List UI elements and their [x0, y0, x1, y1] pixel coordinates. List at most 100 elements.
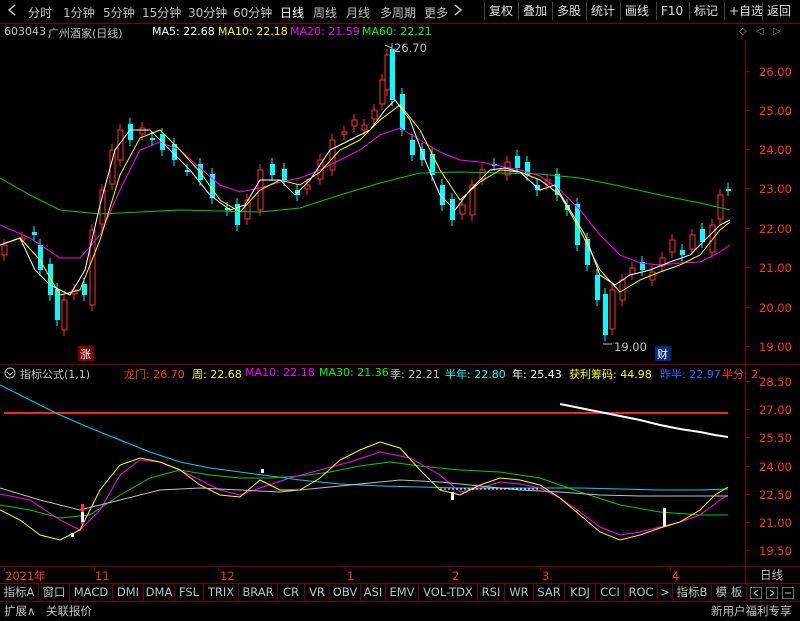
candle-body — [185, 170, 190, 172]
candle-body — [379, 79, 386, 105]
signal-bar — [451, 492, 454, 500]
ind-tick-1: 27.00 — [759, 403, 792, 417]
candle-body — [38, 245, 43, 270]
tab-emv[interactable]: EMV — [386, 584, 419, 601]
tab-indicator-b[interactable]: 指标B — [673, 584, 712, 601]
high-label: 26.70 — [394, 41, 427, 55]
ind-season: 季: 22.21 — [390, 368, 440, 381]
low-label: 19.00 — [614, 340, 647, 354]
tab-obv[interactable]: OBV — [330, 584, 361, 601]
tab-dma[interactable]: DMA — [144, 584, 175, 601]
ind-halfyear: 半年: 22.80 — [445, 368, 506, 381]
tab-more-arrow[interactable]: > — [658, 584, 673, 601]
ind-tick-3: 24.00 — [759, 460, 792, 474]
ma10-ind-line — [0, 451, 729, 536]
ind-longmen: 龙门: 26.70 — [124, 368, 185, 381]
price-tick-26: 26.00 — [759, 65, 792, 79]
scroll-right-icon[interactable] — [766, 587, 778, 602]
tab-trix[interactable]: TRIX — [204, 584, 239, 601]
ind-year: 年: 25.43 — [512, 368, 562, 381]
tab-indicator-a[interactable]: 指标A — [0, 584, 39, 601]
tab-kdj[interactable]: KDJ — [565, 584, 596, 601]
candle-body — [371, 109, 378, 120]
candle-body — [609, 289, 616, 330]
tab-brar[interactable]: BRAR — [239, 584, 278, 601]
candle-body — [459, 204, 466, 215]
candle-body — [61, 299, 68, 331]
signal-bar — [663, 508, 666, 526]
candle-body — [390, 49, 395, 100]
candle-body — [361, 124, 368, 131]
related-quotes-button[interactable]: 关联报价 — [46, 603, 92, 619]
signal-bar — [81, 512, 84, 522]
tab-sar[interactable]: SAR — [534, 584, 565, 601]
ind-tick-6: 19.50 — [759, 544, 792, 558]
price-tick-24: 24.00 — [759, 143, 792, 157]
candle-body — [709, 224, 716, 253]
date-label-2: 2 — [452, 569, 459, 583]
ma20-line — [0, 127, 731, 266]
tab-wr[interactable]: WR — [505, 584, 534, 601]
candle-body — [139, 127, 146, 135]
expand-button[interactable]: 扩展∧ — [4, 603, 35, 619]
indicator-header: 指标公式(1,1) 龙门: 26.70 周: 22.68 MA10: 22.18… — [0, 366, 760, 382]
rise-badge: 涨 — [80, 348, 91, 361]
date-label-12: 12 — [220, 569, 235, 583]
zoom-out-icon[interactable] — [782, 587, 794, 602]
indicator-menu-icon[interactable] — [4, 367, 16, 382]
candle-body — [440, 185, 445, 205]
price-tick-19: 19.00 — [759, 340, 792, 354]
tab-rsi[interactable]: RSI — [478, 584, 505, 601]
tab-roc[interactable]: ROC — [625, 584, 658, 601]
ind-tick-5: 21.00 — [759, 516, 792, 530]
week-ind-line — [0, 441, 729, 541]
ind-tick-2: 25.50 — [759, 431, 792, 445]
tab-vol-tdx[interactable]: VOL-TDX — [419, 584, 478, 601]
tab-window[interactable]: 窗口 — [39, 584, 70, 601]
candle-body — [32, 232, 37, 235]
tab-dmi[interactable]: DMI — [113, 584, 144, 601]
halfyear-line — [0, 384, 729, 491]
candle-body — [1, 244, 8, 256]
high-pointer — [384, 44, 393, 49]
date-label-1: 1 — [347, 569, 354, 583]
candle-body — [282, 169, 287, 180]
candle-body — [341, 131, 348, 135]
candle-body — [629, 267, 636, 275]
price-tick-25: 25.00 — [759, 104, 792, 118]
candlestick-series — [1, 43, 731, 341]
indicator-title[interactable]: 指标公式(1,1) — [20, 366, 90, 382]
tab-vr[interactable]: VR — [305, 584, 330, 601]
candle-body — [150, 138, 155, 140]
tab-cr[interactable]: CR — [278, 584, 305, 601]
candle-body — [270, 164, 275, 175]
ind-week: 周: 22.68 — [192, 368, 242, 381]
tab-fsl[interactable]: FSL — [175, 584, 204, 601]
year-line — [559, 403, 729, 438]
candle-body — [595, 275, 600, 300]
price-tick-21: 21.00 — [759, 261, 792, 275]
ind-ma10: MA10: 22.18 — [245, 366, 315, 379]
scroll-left-icon[interactable] — [750, 587, 762, 602]
candle-body — [410, 140, 415, 155]
candle-body — [82, 284, 87, 295]
price-tick-23: 23.00 — [759, 182, 792, 196]
ma30-ind-line — [0, 461, 728, 519]
kline-chart[interactable]: 26.00 25.00 24.00 23.00 22.00 21.00 20.0… — [0, 0, 800, 620]
tab-cci[interactable]: CCI — [596, 584, 625, 601]
ind-halfmin: 半分: 22.9 — [722, 368, 760, 381]
ma10-line — [0, 104, 731, 296]
candle-body — [329, 139, 336, 171]
tab-asi[interactable]: ASI — [361, 584, 386, 601]
candle-body — [680, 250, 685, 255]
date-label-year: 2021年 — [5, 569, 46, 583]
ind-ma30: MA30: 21.36 — [319, 366, 389, 379]
candle-body — [384, 54, 391, 91]
period-indicator[interactable]: 日线 — [760, 568, 783, 582]
ind-prevhalf: 昨半: 22.97 — [660, 368, 721, 381]
promo-link[interactable]: 新用户福利专享 — [711, 603, 792, 619]
tab-template[interactable]: 模 板 — [712, 584, 747, 601]
tab-macd[interactable]: MACD — [70, 584, 113, 601]
indicator-tabs: 指标A 窗口 MACD DMI DMA FSL TRIX BRAR CR VR … — [0, 583, 800, 601]
fin-badge: 财 — [657, 347, 668, 361]
